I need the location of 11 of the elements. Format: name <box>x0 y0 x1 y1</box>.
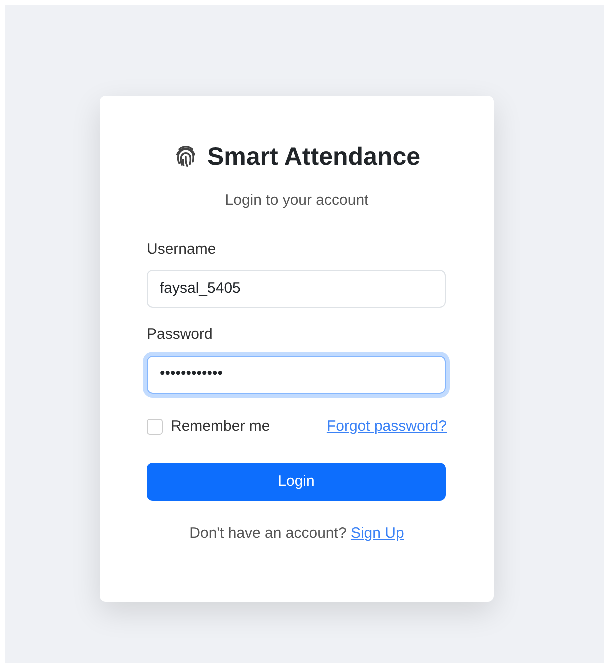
login-button[interactable]: Login <box>147 463 446 501</box>
forgot-password-link[interactable]: Forgot password? <box>326 416 447 438</box>
field-label: Username <box>147 240 218 260</box>
field-label: Password <box>147 325 214 345</box>
remember-checkbox[interactable] <box>147 418 163 435</box>
signup-link[interactable]: Sign Up <box>350 525 404 542</box>
app-title: Smart Attendance <box>207 144 420 170</box>
remember-label: Remember me <box>171 416 270 436</box>
signup-prompt: Don't have an account? <box>190 525 347 542</box>
input-field[interactable]: faysal_5405 <box>147 270 446 308</box>
subtitle: Login to your account <box>224 191 370 211</box>
